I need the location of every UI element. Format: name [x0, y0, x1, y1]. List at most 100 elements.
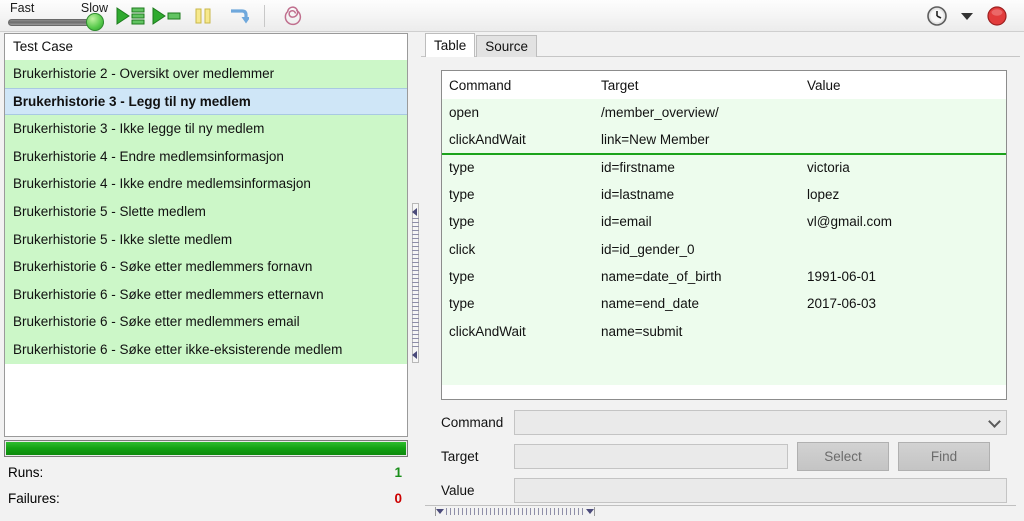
value-input[interactable] [514, 478, 1007, 503]
target-field-row: Target Select Find [441, 441, 1007, 472]
list-item[interactable]: Brukerhistorie 6 - Søke etter medlemmers… [5, 308, 407, 336]
selenium-ide-window: Fast Slow Test Case Brukerhistorie 2 - O… [0, 0, 1024, 521]
table-row[interactable]: type id=email vl@gmail.com [442, 208, 1006, 236]
rollup-button[interactable] [275, 2, 309, 30]
test-case-list[interactable]: Test Case Brukerhistorie 2 - Oversikt ov… [4, 33, 408, 437]
runs-value: 1 [394, 464, 402, 480]
play-current-icon [152, 6, 182, 25]
test-case-pane: Test Case Brukerhistorie 2 - Oversikt ov… [4, 33, 408, 517]
cell-target: name=date_of_birth [594, 262, 800, 291]
record-circle-icon [986, 5, 1008, 27]
list-item[interactable]: Brukerhistorie 2 - Oversikt over medlemm… [5, 60, 407, 88]
horizontal-splitter-grip[interactable] [446, 508, 584, 515]
step-icon [229, 7, 249, 25]
column-header-target: Target [594, 71, 800, 99]
table-header-row: Command Target Value [442, 71, 1006, 99]
command-combobox[interactable] [514, 410, 1007, 435]
play-current-test-case-button[interactable] [150, 2, 184, 30]
play-entire-suite-button[interactable] [114, 2, 148, 30]
step-button[interactable] [222, 2, 256, 30]
pause-button[interactable] [186, 2, 220, 30]
runs-row: Runs: 1 [4, 459, 408, 485]
cell-command: open [442, 99, 594, 127]
list-item[interactable]: Brukerhistorie 4 - Endre medlemsinformas… [5, 142, 407, 171]
list-item[interactable]: Brukerhistorie 3 - Legg til ny medlem [5, 87, 407, 116]
table-row[interactable]: type id=firstname victoria [442, 153, 1006, 181]
cell-command: clickAndWait [442, 126, 594, 155]
horizontal-splitter[interactable] [435, 507, 595, 516]
cell-target: name=end_date [594, 290, 800, 318]
table-row[interactable]: type name=date_of_birth 1991-06-01 [442, 262, 1006, 291]
schedule-button[interactable] [920, 2, 954, 30]
failures-value: 0 [394, 490, 402, 506]
cell-value: lopez [800, 180, 1006, 209]
run-progress-bar [4, 440, 408, 457]
command-table[interactable]: Command Target Value open /member_overvi… [441, 70, 1007, 400]
cell-value: 2017-06-03 [800, 290, 1006, 318]
table-row[interactable]: click id=id_gender_0 [442, 235, 1006, 263]
test-case-list-header: Test Case [5, 34, 407, 60]
command-table-empty-area [442, 384, 1006, 399]
cell-command: click [442, 235, 594, 263]
command-table-filler [442, 344, 1006, 385]
column-header-value: Value [800, 71, 1006, 99]
cell-target: /member_overview/ [594, 99, 800, 127]
command-label: Command [441, 415, 504, 430]
list-item[interactable]: Brukerhistorie 3 - Ikke legge til ny med… [5, 115, 407, 143]
list-item[interactable]: Brukerhistorie 5 - Slette medlem [5, 197, 407, 226]
chevron-down-icon [961, 12, 973, 20]
schedule-dropdown-button[interactable] [956, 2, 978, 30]
speed-slider-knob[interactable] [86, 12, 104, 31]
target-input[interactable] [514, 444, 788, 469]
cell-value [800, 126, 1006, 155]
cell-target: name=submit [594, 317, 800, 345]
cell-target: id=lastname [594, 180, 800, 209]
list-item[interactable]: Brukerhistorie 4 - Ikke endre medlemsinf… [5, 170, 407, 198]
toolbar-divider [264, 4, 265, 27]
editor-tabs: Table Source [425, 33, 538, 57]
cell-value: 1991-06-01 [800, 262, 1006, 291]
cell-target: id=firstname [594, 153, 800, 181]
clock-icon [926, 5, 948, 27]
list-item[interactable]: Brukerhistorie 5 - Ikke slette medlem [5, 225, 407, 254]
table-row[interactable]: type name=end_date 2017-06-03 [442, 290, 1006, 318]
editor-pane: Table Source Command Target Value open /… [421, 33, 1020, 517]
speed-fast-label: Fast [10, 0, 35, 15]
table-row[interactable]: type id=lastname lopez [442, 180, 1006, 209]
run-progress-fill [6, 442, 406, 455]
splitter-collapse-down-icon-2[interactable] [586, 509, 594, 514]
play-all-icon [116, 6, 146, 25]
cell-value: vl@gmail.com [800, 208, 1006, 236]
cell-command: type [442, 153, 594, 181]
tab-table[interactable]: Table [425, 33, 476, 57]
record-button[interactable] [980, 2, 1014, 30]
cell-value [800, 99, 1006, 127]
horizontal-splitter-edge-right [594, 507, 595, 516]
spiral-rollup-icon [282, 5, 302, 26]
runs-label: Runs: [8, 464, 44, 480]
command-field-row: Command [441, 407, 1007, 438]
table-row[interactable]: clickAndWait name=submit [442, 317, 1006, 345]
select-button[interactable]: Select [797, 442, 889, 471]
vertical-splitter-grip[interactable] [412, 218, 419, 348]
execution-speed-slider[interactable]: Fast Slow [6, 0, 112, 32]
value-label: Value [441, 483, 475, 498]
pause-icon [194, 7, 212, 25]
list-item[interactable]: Brukerhistorie 6 - Søke etter medlemmers… [5, 280, 407, 309]
cell-command: type [442, 290, 594, 318]
splitter-collapse-left-icon[interactable] [412, 208, 417, 216]
main-toolbar: Fast Slow [0, 0, 1024, 32]
tab-source[interactable]: Source [476, 35, 538, 57]
vertical-splitter[interactable] [409, 33, 421, 517]
splitter-collapse-left-icon-2[interactable] [412, 351, 417, 359]
table-row[interactable]: clickAndWait link=New Member [442, 126, 1006, 155]
cell-value [800, 317, 1006, 345]
list-item[interactable]: Brukerhistorie 6 - Søke etter ikke-eksis… [5, 335, 407, 364]
cell-value: victoria [800, 153, 1006, 181]
failures-label: Failures: [8, 490, 60, 506]
cell-command: clickAndWait [442, 317, 594, 345]
table-row[interactable]: open /member_overview/ [442, 99, 1006, 127]
splitter-collapse-down-icon[interactable] [436, 509, 444, 514]
find-button[interactable]: Find [898, 442, 990, 471]
list-item[interactable]: Brukerhistorie 6 - Søke etter medlemmers… [5, 253, 407, 281]
